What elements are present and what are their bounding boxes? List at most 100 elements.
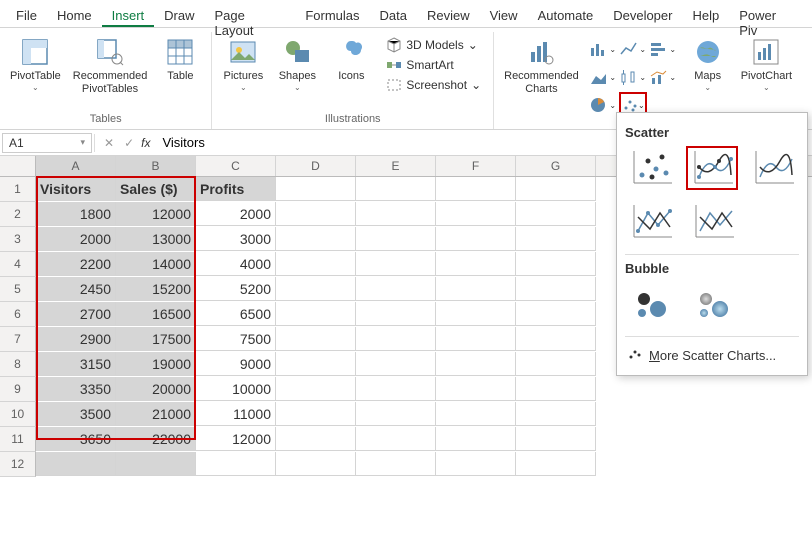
cell[interactable]: 3650 <box>36 427 116 451</box>
cell[interactable]: 1800 <box>36 202 116 226</box>
cell[interactable] <box>276 377 356 401</box>
cell[interactable]: 22000 <box>116 427 196 451</box>
scatter-straight-markers-option[interactable] <box>625 200 677 244</box>
tab-view[interactable]: View <box>480 4 528 27</box>
recommended-pivot-button[interactable]: Recommended PivotTables <box>69 34 152 98</box>
cell[interactable] <box>356 277 436 301</box>
cell[interactable] <box>436 452 516 476</box>
cell[interactable] <box>356 177 436 201</box>
cell[interactable] <box>356 352 436 376</box>
tab-automate[interactable]: Automate <box>528 4 604 27</box>
cell[interactable] <box>356 427 436 451</box>
row-header[interactable]: 6 <box>0 302 36 327</box>
tab-power-pivot[interactable]: Power Piv <box>729 4 806 27</box>
cell[interactable] <box>196 452 276 476</box>
cell[interactable] <box>436 177 516 201</box>
cell[interactable]: 7500 <box>196 327 276 351</box>
cell[interactable]: 9000 <box>196 352 276 376</box>
recommended-charts-button[interactable]: Recommended Charts <box>500 34 583 98</box>
cell[interactable] <box>356 327 436 351</box>
row-header[interactable]: 5 <box>0 277 36 302</box>
cell[interactable] <box>436 202 516 226</box>
name-box[interactable]: A1 ▾ <box>2 133 92 153</box>
cell[interactable] <box>276 202 356 226</box>
pivot-chart-button[interactable]: PivotChart ⌄ <box>737 34 796 94</box>
cell[interactable] <box>276 427 356 451</box>
more-scatter-charts-link[interactable]: More Scatter Charts... <box>625 343 799 367</box>
tab-draw[interactable]: Draw <box>154 4 204 27</box>
cell[interactable] <box>436 377 516 401</box>
tab-developer[interactable]: Developer <box>603 4 682 27</box>
cell[interactable]: 3350 <box>36 377 116 401</box>
bubble-3d-option[interactable] <box>687 282 739 326</box>
cell[interactable]: 10000 <box>196 377 276 401</box>
cell[interactable] <box>276 402 356 426</box>
bar-chart-button[interactable]: ⌄ <box>649 36 677 62</box>
cell[interactable] <box>516 177 596 201</box>
pivot-table-button[interactable]: PivotTable ⌄ <box>6 34 65 94</box>
combo-chart-button[interactable]: ⌄ <box>649 64 677 90</box>
row-header[interactable]: 2 <box>0 202 36 227</box>
cell[interactable] <box>516 402 596 426</box>
cell[interactable]: 2000 <box>36 227 116 251</box>
cell[interactable]: 2200 <box>36 252 116 276</box>
cell[interactable] <box>516 302 596 326</box>
cell[interactable]: 12000 <box>116 202 196 226</box>
enter-formula-button[interactable]: ✓ <box>121 136 137 150</box>
cell[interactable]: 21000 <box>116 402 196 426</box>
tab-review[interactable]: Review <box>417 4 480 27</box>
cell[interactable] <box>36 452 116 476</box>
cell[interactable]: 2000 <box>196 202 276 226</box>
cell[interactable] <box>516 227 596 251</box>
scatter-smooth-option[interactable] <box>748 146 799 190</box>
cell[interactable] <box>116 452 196 476</box>
cell[interactable] <box>516 352 596 376</box>
row-header[interactable]: 4 <box>0 252 36 277</box>
cell[interactable] <box>516 277 596 301</box>
line-chart-button[interactable]: ⌄ <box>619 36 647 62</box>
cell[interactable] <box>516 252 596 276</box>
col-header-a[interactable]: A <box>36 156 116 176</box>
col-header-d[interactable]: D <box>276 156 356 176</box>
shapes-button[interactable]: Shapes ⌄ <box>272 34 322 94</box>
select-all-corner[interactable] <box>0 156 36 176</box>
scatter-smooth-markers-option[interactable] <box>686 146 737 190</box>
table-button[interactable]: Table <box>155 34 205 85</box>
pictures-button[interactable]: Pictures ⌄ <box>218 34 268 94</box>
cell[interactable] <box>356 377 436 401</box>
bubble-option[interactable] <box>625 282 677 326</box>
cell[interactable] <box>516 202 596 226</box>
cell[interactable] <box>276 177 356 201</box>
row-header[interactable]: 10 <box>0 402 36 427</box>
cell[interactable]: 15200 <box>116 277 196 301</box>
cell[interactable]: 19000 <box>116 352 196 376</box>
icons-button[interactable]: Icons <box>326 34 376 85</box>
cell[interactable] <box>356 302 436 326</box>
tab-insert[interactable]: Insert <box>102 4 155 27</box>
smartart-button[interactable]: SmartArt <box>382 56 485 74</box>
row-header[interactable]: 1 <box>0 177 36 202</box>
row-header[interactable]: 9 <box>0 377 36 402</box>
cell[interactable] <box>276 352 356 376</box>
tab-help[interactable]: Help <box>682 4 729 27</box>
cell[interactable]: 5200 <box>196 277 276 301</box>
cell[interactable] <box>436 427 516 451</box>
cell[interactable] <box>436 227 516 251</box>
stats-chart-button[interactable]: ⌄ <box>619 64 647 90</box>
cell[interactable] <box>436 402 516 426</box>
cell[interactable]: 6500 <box>196 302 276 326</box>
maps-button[interactable]: Maps ⌄ <box>683 34 733 94</box>
cell[interactable]: Visitors <box>36 177 116 201</box>
cell[interactable] <box>436 327 516 351</box>
cell[interactable] <box>516 427 596 451</box>
cell[interactable] <box>276 227 356 251</box>
cell[interactable]: 13000 <box>116 227 196 251</box>
column-chart-button[interactable]: ⌄ <box>589 36 617 62</box>
area-chart-button[interactable]: ⌄ <box>589 64 617 90</box>
cell[interactable] <box>276 277 356 301</box>
3d-models-button[interactable]: 3D Models ⌄ <box>382 36 485 54</box>
tab-data[interactable]: Data <box>370 4 417 27</box>
col-header-g[interactable]: G <box>516 156 596 176</box>
cell[interactable]: 20000 <box>116 377 196 401</box>
cell[interactable]: 17500 <box>116 327 196 351</box>
